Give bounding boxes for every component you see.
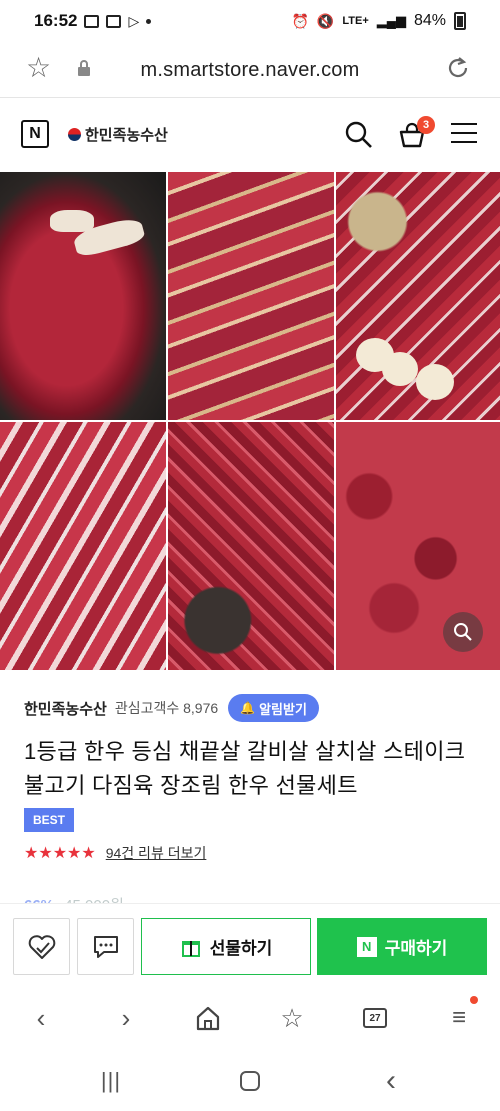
talk-button[interactable]: [77, 918, 134, 975]
best-badge: BEST: [24, 808, 74, 832]
store-header: N 한민족농수산 3: [0, 98, 500, 172]
garlic-decoration: [382, 352, 418, 386]
buy-button[interactable]: N 구매하기: [317, 918, 487, 975]
browser-url-bar: ☆ m.smartstore.naver.com: [0, 42, 500, 98]
alarm-icon: ⏰: [291, 12, 309, 29]
gift-button[interactable]: 선물하기: [141, 918, 311, 975]
heart-check-icon: [28, 934, 55, 959]
follower-count: 관심고객수 8,976: [114, 700, 219, 716]
home-icon[interactable]: [193, 1003, 223, 1033]
play-notification-icon: ▷: [128, 12, 140, 29]
bell-plus-icon: 🔔: [240, 701, 256, 715]
notify-button-label: 알림받기: [259, 701, 307, 717]
zoom-icon[interactable]: [443, 612, 483, 652]
rating-row: ★★★★★ 94건 리뷰 더보기: [24, 843, 206, 863]
product-info: 한민족농수산 관심고객수 8,976 🔔 알림받기: [24, 693, 484, 723]
battery-level: 84%: [413, 12, 446, 29]
browser-menu-icon[interactable]: ≡: [444, 1003, 474, 1033]
url-text[interactable]: m.smartstore.naver.com: [0, 59, 500, 82]
mute-icon: 🔇: [316, 12, 335, 29]
hamburger-menu-icon[interactable]: [451, 123, 477, 145]
naver-logo[interactable]: N: [21, 120, 49, 148]
status-bar: 16:52 ▷ ⏰ 🔇 LTE+ ▂▄▆ 84%: [0, 0, 500, 42]
seller-row: 한민족농수산 관심고객수 8,976 🔔 알림받기: [24, 693, 484, 723]
bookmarks-star-icon[interactable]: ☆: [277, 1003, 307, 1033]
update-dot-indicator: [470, 996, 478, 1004]
system-back-icon[interactable]: ‹: [380, 1064, 402, 1097]
cart-count-badge: 3: [417, 116, 435, 134]
gift-button-label: 선물하기: [209, 939, 273, 958]
app-notification-icon: [106, 14, 122, 28]
garlic-decoration: [416, 364, 454, 400]
purchase-action-bar: 선물하기 N 구매하기: [0, 903, 500, 983]
product-image-3[interactable]: [336, 172, 500, 420]
chat-bubble-icon: [93, 935, 118, 958]
home-button-icon[interactable]: [239, 1067, 261, 1095]
forward-arrow-icon[interactable]: ›: [111, 1003, 141, 1033]
star-rating: ★★★★★: [24, 845, 96, 862]
mushroom-decoration: [50, 210, 94, 232]
clock: 16:52: [34, 11, 78, 30]
product-image-5[interactable]: [168, 422, 334, 670]
tab-count: 27: [363, 1008, 387, 1028]
store-name-link[interactable]: 한민족농수산: [68, 124, 168, 145]
product-image-1[interactable]: [0, 172, 166, 420]
system-navigation-bar: ||| ‹: [0, 1053, 500, 1111]
reload-icon[interactable]: [444, 54, 472, 82]
product-image-2[interactable]: [168, 172, 334, 420]
gallery-notification-icon: [84, 14, 100, 28]
product-title: 1등급 한우 등심 채끝살 갈비살 살치살 스테이크 불고기 다짐육 장조림 한…: [24, 739, 466, 798]
gift-icon: [181, 940, 200, 957]
product-image-4[interactable]: [0, 422, 166, 670]
browser-toolbar: ‹ › ☆ 27 ≡: [0, 983, 500, 1053]
seller-name[interactable]: 한민족농수산: [24, 698, 107, 719]
reviews-link[interactable]: 94건 리뷰 더보기: [106, 843, 207, 863]
wishlist-button[interactable]: [13, 918, 70, 975]
battery-icon: [454, 12, 466, 30]
recent-apps-icon[interactable]: |||: [100, 1067, 122, 1095]
buy-button-label: 구매하기: [384, 939, 448, 958]
naver-pay-icon: N: [356, 936, 377, 957]
store-name: 한민족농수산: [85, 127, 168, 144]
network-type: LTE+: [342, 15, 369, 27]
product-image-gallery[interactable]: [0, 172, 500, 670]
tabs-button[interactable]: 27: [360, 1003, 390, 1033]
korea-flag-icon: [68, 128, 81, 141]
notify-button[interactable]: 🔔 알림받기: [228, 694, 319, 722]
more-notifications-icon: [146, 18, 152, 24]
back-arrow-icon[interactable]: ‹: [26, 1003, 56, 1033]
signal-icon: ▂▄▆: [376, 13, 406, 28]
search-icon[interactable]: [344, 120, 374, 150]
